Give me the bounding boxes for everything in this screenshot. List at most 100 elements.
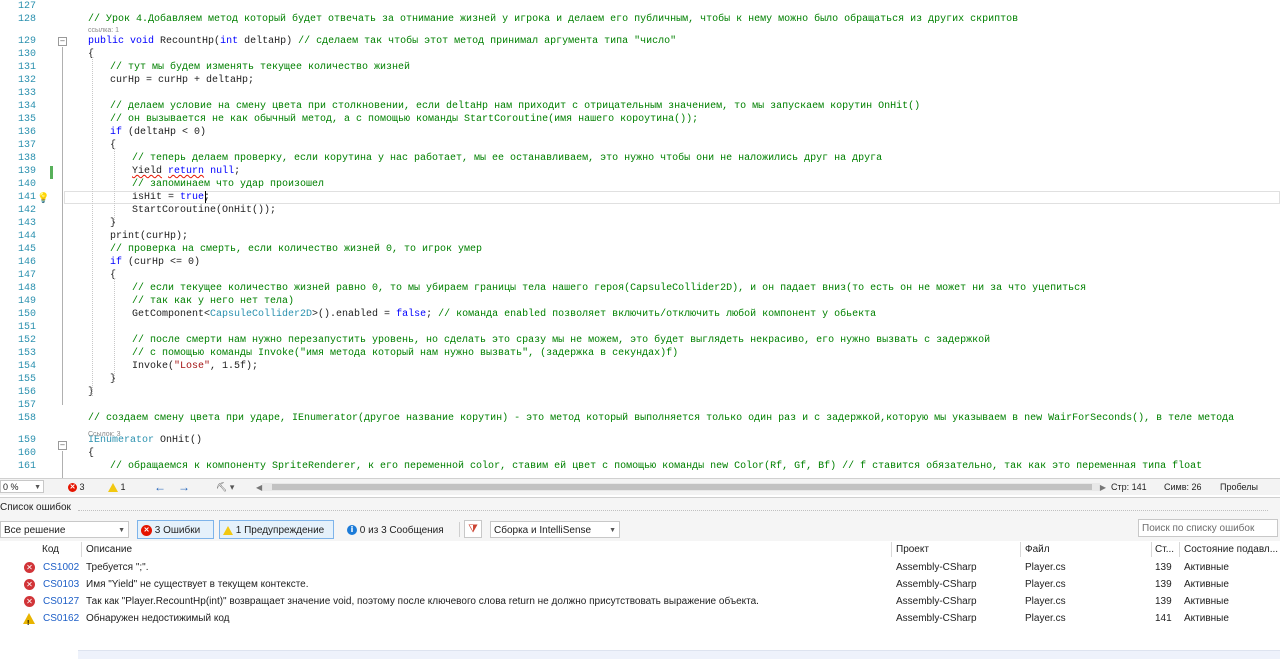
line-number: 159 [17, 435, 36, 446]
whitespace-mode[interactable]: Пробелы [1220, 479, 1258, 495]
code-line[interactable]: // делаем условие на смену цвета при сто… [110, 100, 920, 113]
code-line[interactable]: } [88, 386, 94, 399]
fold-method-icon[interactable]: − [58, 441, 67, 450]
error-row[interactable]: ✕ CS1002 Требуется ";". Assembly-CSharp Play… [0, 559, 1280, 576]
code-line[interactable]: GetComponent<CapsuleCollider2D>().enable… [132, 308, 876, 321]
error-code-link[interactable]: CS1002 [43, 559, 79, 576]
code-line[interactable]: curHp = curHp + deltaHp; [110, 74, 254, 87]
code-line[interactable]: // если текущее количество жизней равно … [132, 282, 1086, 295]
code-line[interactable]: // так как у него нет тела) [132, 295, 294, 308]
code-editor[interactable]: 127 128 129 130 131 132 133 134 135 136 137 138 139 1… [0, 0, 1280, 478]
scroll-left-icon[interactable]: ◀ [256, 480, 262, 496]
code-line[interactable]: // он вызывается не как обычный метод, а… [110, 113, 698, 126]
messages-filter-button[interactable]: i 0 из 3 Сообщения [343, 520, 455, 539]
column-divider[interactable] [1179, 542, 1180, 557]
code-line[interactable]: // с помощью команды Invoke("имя метода … [132, 347, 678, 360]
column-header-description[interactable]: Описание [86, 541, 133, 558]
code-line[interactable]: // обращаемся к компоненту SpriteRendere… [110, 460, 1202, 473]
error-project: Assembly-CSharp [896, 596, 977, 607]
code-token: CapsuleCollider2D [210, 309, 313, 320]
code-line[interactable]: } [110, 373, 116, 386]
code-token: { [88, 448, 95, 459]
code-line[interactable]: StartCoroutine(OnHit()); [132, 204, 276, 217]
warning-count-indicator[interactable]: 1 [108, 479, 126, 495]
code-line[interactable]: // после смерти нам нужно перезапустить … [132, 334, 990, 347]
zoom-select[interactable]: 0 % ▼ [0, 480, 44, 493]
reference-count-hint[interactable]: ссылка: 1 [88, 26, 119, 35]
line-number: 151 [17, 322, 36, 333]
error-row[interactable]: ✕ CS0103 Имя "Yield" не существует в текущ… [0, 576, 1280, 593]
column-header-project[interactable]: Проект [896, 541, 929, 558]
line-number: 155 [17, 374, 36, 385]
column-header-suppression[interactable]: Состояние подавл... [1184, 541, 1279, 558]
fold-method-icon[interactable]: − [58, 37, 67, 46]
error-code-link[interactable]: CS0103 [43, 576, 79, 593]
code-line[interactable]: print(curHp); [110, 230, 188, 243]
column-divider[interactable] [891, 542, 892, 557]
nav-forward-icon[interactable]: → [178, 479, 190, 495]
warnings-filter-button[interactable]: 1 Предупреждение [219, 520, 334, 539]
error-count: 3 [79, 482, 85, 492]
code-line[interactable]: if (deltaHp < 0) [110, 126, 206, 139]
line-number: 129 [17, 36, 36, 47]
line-number: 138 [17, 153, 36, 164]
error-row[interactable]: ! CS0162 Обнаружен недостижимый код Assembl… [0, 610, 1280, 627]
scope-select[interactable]: Все решение ▼ [0, 521, 129, 538]
code-line[interactable]: Yield return null; [132, 165, 240, 178]
editor-status-strip: 0 % ▼ ✕ 3 1 ← → ⛏ ▾ ◀ ▶ Стр: 141 Симв: 2… [0, 478, 1280, 495]
code-line[interactable]: // тут мы будем изменять текущее количес… [110, 61, 410, 74]
code-line[interactable]: // Урок 4.Добавляем метод который будет … [88, 13, 1018, 26]
text-caret [205, 191, 206, 203]
scroll-right-icon[interactable]: ▶ [1100, 480, 1106, 496]
code-token: { [110, 140, 117, 151]
horizontal-scrollbar[interactable]: ◀ ▶ [256, 483, 1106, 492]
errors-filter-button[interactable]: ✕ 3 Ошибки [137, 520, 214, 539]
line-number: 150 [17, 309, 36, 320]
code-line[interactable]: // запоминаем что удар произошел [132, 178, 324, 191]
code-token: // теперь делаем проверку, если корутина… [132, 153, 883, 164]
code-line[interactable]: // теперь делаем проверку, если корутина… [132, 152, 882, 165]
code-line[interactable]: Invoke("Lose", 1.5f); [132, 360, 258, 373]
code-token: // делаем условие на смену цвета при сто… [110, 101, 921, 112]
code-line[interactable]: } [110, 217, 116, 230]
nav-back-icon[interactable]: ← [154, 479, 166, 495]
exclamation-glyph: ! [27, 620, 30, 627]
error-search-input[interactable]: Поиск по списку ошибок [1138, 519, 1278, 537]
error-code-link[interactable]: CS0127 [43, 593, 79, 610]
line-number: 142 [17, 205, 36, 216]
warning-icon [108, 483, 118, 493]
code-token: (deltaHp < 0) [122, 127, 207, 138]
line-number: 134 [17, 101, 36, 112]
indent-guide [114, 148, 115, 224]
reference-count-hint[interactable]: Ссылок: 3 [88, 430, 121, 439]
lightbulb-icon[interactable]: 💡 [37, 192, 49, 205]
code-line[interactable]: if (curHp <= 0) [110, 256, 200, 269]
column-divider[interactable] [1151, 542, 1152, 557]
scroll-thumb[interactable] [272, 484, 1092, 490]
code-line[interactable]: { [110, 139, 116, 152]
indent-guide [114, 278, 115, 382]
code-line[interactable]: { [88, 48, 94, 61]
error-suppression-state: Активные [1184, 579, 1229, 590]
error-row[interactable]: ✕ CS0127 Так как "Player.RecountHp(int)" в… [0, 593, 1280, 610]
code-line[interactable]: { [88, 447, 94, 460]
column-divider[interactable] [1020, 542, 1021, 557]
code-line[interactable]: { [110, 269, 116, 282]
code-line[interactable]: // создаем смену цвета при ударе, IEnume… [88, 412, 1234, 425]
error-description: Обнаружен недостижимый код [86, 613, 230, 624]
code-line[interactable]: // проверка на смерть, если количество ж… [110, 243, 482, 256]
error-suppression-state: Активные [1184, 613, 1229, 624]
column-header-code[interactable]: Код [42, 541, 60, 558]
error-code-link[interactable]: CS0162 [43, 610, 79, 627]
brush-icon[interactable]: ⛏ ▾ [216, 479, 234, 495]
code-line[interactable]: public void RecountHp(int deltaHp) // сд… [88, 35, 676, 48]
warning-count: 1 [120, 482, 126, 492]
error-count-indicator[interactable]: ✕ 3 [68, 479, 85, 495]
build-source-select[interactable]: Сборка и IntelliSense ▼ [490, 521, 620, 538]
column-header-line[interactable]: Ст... [1155, 541, 1175, 558]
filter-icon[interactable]: ⧩ [464, 520, 482, 538]
grid-scrollbar[interactable] [78, 650, 1280, 659]
column-header-file[interactable]: Файл [1025, 541, 1050, 558]
column-divider[interactable] [81, 542, 82, 557]
code-token: return [168, 166, 205, 177]
